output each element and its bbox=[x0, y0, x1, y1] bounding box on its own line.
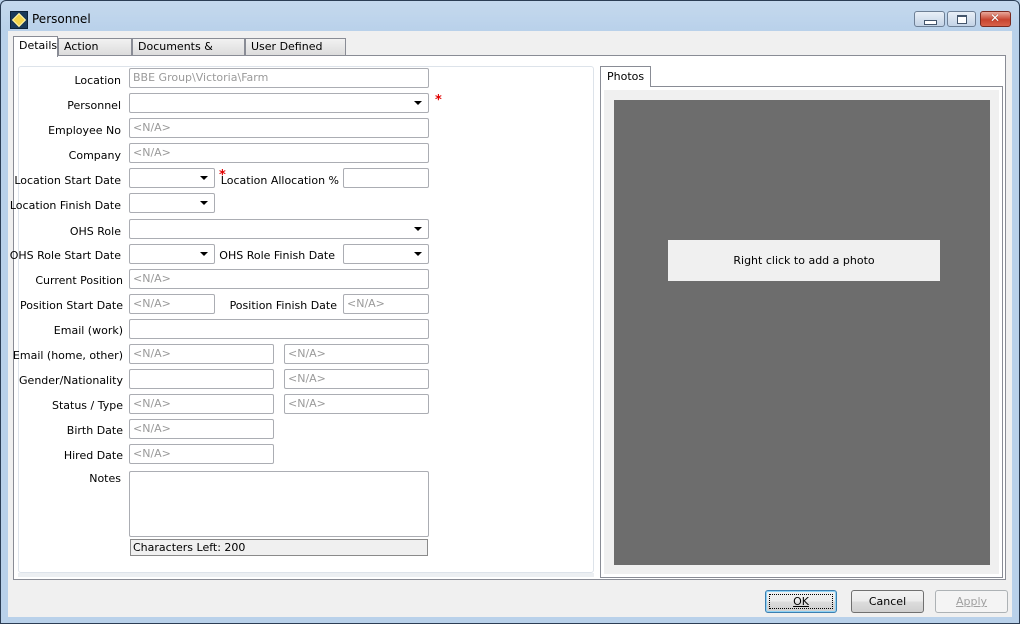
gender-field[interactable] bbox=[129, 369, 274, 389]
photo-drop-area[interactable]: Right click to add a photo bbox=[614, 100, 990, 565]
status-type-label: Status / Type bbox=[51, 399, 123, 412]
email-work-label: Email (work) bbox=[53, 324, 123, 337]
personnel-label: Personnel bbox=[67, 99, 121, 112]
cancel-button-label: Cancel bbox=[868, 595, 907, 608]
employee-no-field[interactable]: <N/A> bbox=[129, 118, 429, 138]
current-position-label: Current Position bbox=[35, 274, 123, 287]
photos-frame: Right click to add a photo bbox=[600, 86, 1003, 578]
ohs-role-finish-date-label: OHS Role Finish Date bbox=[219, 249, 335, 262]
details-tab-page: Location BBE Group\Victoria\Farm Personn… bbox=[10, 55, 1006, 580]
tab-action-items[interactable]: Action Items bbox=[58, 38, 132, 69]
add-photo-hint: Right click to add a photo bbox=[668, 240, 940, 281]
birth-date-label: Birth Date bbox=[66, 424, 123, 437]
gender-nationality-label: Gender/Nationality bbox=[19, 374, 123, 387]
email-work-field[interactable] bbox=[129, 319, 429, 339]
ohs-role-finish-date-picker[interactable] bbox=[343, 244, 429, 264]
position-start-date-label: Position Start Date bbox=[20, 299, 123, 312]
location-field[interactable]: BBE Group\Victoria\Farm bbox=[129, 68, 429, 88]
personnel-dropdown[interactable] bbox=[129, 93, 429, 113]
title-bar[interactable]: Personnel bbox=[1, 1, 1019, 35]
tab-details[interactable]: Details bbox=[13, 36, 58, 57]
notes-textarea[interactable] bbox=[129, 471, 429, 537]
email-home-other-label: Email (home, other) bbox=[12, 349, 123, 362]
location-allocation-label: Location Allocation % bbox=[220, 174, 339, 187]
employee-no-label: Employee No bbox=[48, 124, 121, 137]
apply-button[interactable]: Apply bbox=[935, 590, 1008, 613]
app-logo-icon bbox=[10, 11, 28, 29]
ok-button[interactable]: OK bbox=[765, 590, 837, 613]
photos-inner: Right click to add a photo bbox=[604, 90, 999, 574]
position-finish-date-label: Position Finish Date bbox=[229, 299, 337, 312]
notes-label: Notes bbox=[89, 472, 121, 485]
location-start-date-label: Location Start Date bbox=[14, 174, 121, 187]
tab-photos[interactable]: Photos bbox=[600, 66, 652, 87]
location-finish-date-picker[interactable] bbox=[129, 193, 215, 213]
location-label: Location bbox=[74, 74, 121, 87]
apply-button-label: Apply bbox=[955, 595, 988, 608]
tab-documents-images[interactable]: Documents & Images bbox=[132, 38, 245, 69]
location-allocation-field[interactable] bbox=[343, 168, 429, 188]
ohs-role-start-date-label: OHS Role Start Date bbox=[9, 249, 121, 262]
focus-rectangle bbox=[769, 594, 833, 609]
personnel-required-marker: * bbox=[435, 93, 442, 108]
ohs-role-label: OHS Role bbox=[69, 225, 121, 238]
ohs-role-dropdown[interactable] bbox=[129, 219, 429, 239]
hired-date-label: Hired Date bbox=[63, 449, 123, 462]
birth-date-field[interactable]: <N/A> bbox=[129, 419, 274, 439]
window-title: Personnel bbox=[32, 12, 91, 26]
company-field[interactable]: <N/A> bbox=[129, 143, 429, 163]
minimize-button[interactable] bbox=[914, 11, 945, 27]
maximize-button[interactable] bbox=[947, 11, 976, 27]
position-start-date-field[interactable]: <N/A> bbox=[129, 294, 215, 314]
details-form-panel: Location BBE Group\Victoria\Farm Personn… bbox=[10, 66, 594, 573]
type-field[interactable]: <N/A> bbox=[284, 394, 429, 414]
email-other-field[interactable]: <N/A> bbox=[284, 344, 429, 364]
nationality-field[interactable]: <N/A> bbox=[284, 369, 429, 389]
tab-user-defined-fields[interactable]: User Defined Fields bbox=[245, 38, 346, 69]
location-start-date-picker[interactable] bbox=[129, 168, 215, 188]
close-button[interactable] bbox=[980, 11, 1011, 27]
characters-left-counter: Characters Left: 200 bbox=[130, 539, 428, 556]
position-finish-date-field[interactable]: <N/A> bbox=[343, 294, 429, 314]
company-label: Company bbox=[68, 149, 121, 162]
personnel-window: Personnel Details Action Items Documents… bbox=[0, 0, 1020, 624]
current-position-field[interactable]: <N/A> bbox=[129, 269, 429, 289]
dialog-client: Details Action Items Documents & Images … bbox=[8, 31, 1012, 617]
form-panel-divider bbox=[18, 573, 594, 577]
hired-date-field[interactable]: <N/A> bbox=[129, 444, 274, 464]
email-home-field[interactable]: <N/A> bbox=[129, 344, 274, 364]
cancel-button[interactable]: Cancel bbox=[851, 590, 924, 613]
photos-panel: Photos Right click to add a photo bbox=[600, 66, 1003, 578]
status-field[interactable]: <N/A> bbox=[129, 394, 274, 414]
ohs-role-start-date-picker[interactable] bbox=[129, 244, 215, 264]
location-finish-date-label: Location Finish Date bbox=[9, 199, 121, 212]
